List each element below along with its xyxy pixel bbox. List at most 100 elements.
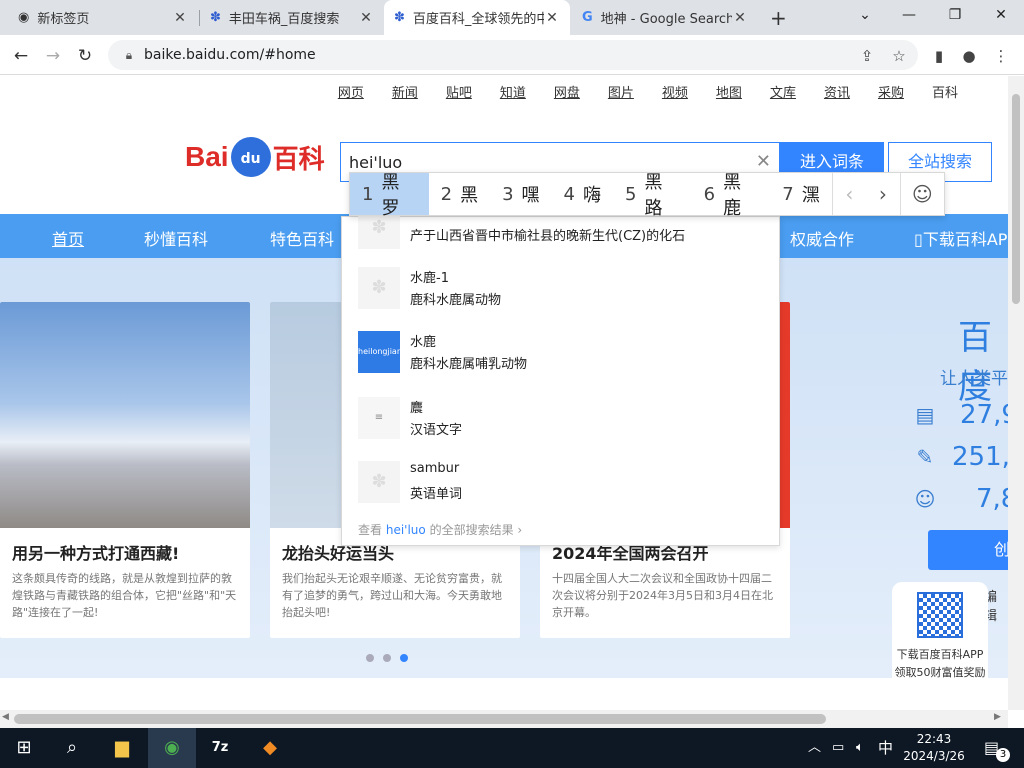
nav-link-zhidao[interactable]: 知道 (500, 82, 526, 101)
new-tab-button[interactable]: + (760, 0, 794, 35)
back-button[interactable]: ← (8, 43, 34, 69)
suggestion-desc: 英语单词 (410, 487, 463, 502)
card-desc: 我们抬起头无论艰辛顺遂、无论贫穷富贵，就有了追梦的勇气，跨过山和大海。今天勇敢地… (282, 572, 502, 619)
candidate-text: 嘿 (521, 185, 540, 206)
scrollbar-thumb[interactable] (1012, 94, 1020, 304)
tab-title: 地神 - Google Search (600, 12, 732, 27)
ime-candidate[interactable]: 4嗨 (552, 173, 613, 215)
speaker-muted-icon[interactable]: 🔈︎ (856, 728, 864, 768)
nav-link-news[interactable]: 新闻 (392, 82, 418, 101)
baidu-paw-icon: ✽ (394, 10, 405, 25)
nav-link-web[interactable]: 网页 (338, 82, 364, 101)
tab-new-tab[interactable]: ◉ 新标签页 ✕ (8, 0, 198, 35)
ime-prev-page[interactable]: ‹ (833, 173, 867, 215)
bookmark-button[interactable]: ☆ (886, 43, 912, 69)
forward-button[interactable]: → (40, 43, 66, 69)
edit-icon: ✎ (916, 445, 934, 469)
nav-link-tieba[interactable]: 贴吧 (446, 82, 472, 101)
arrow-left-icon: ← (13, 46, 29, 66)
scroll-left-icon[interactable]: ◀ (2, 712, 9, 722)
tab-strip: ◉ 新标签页 ✕ ✽ 丰田车祸_百度搜索 ✕ ✽ 百度百科_全球领先的中 ✕ G… (0, 0, 1024, 35)
ime-emoji-button[interactable]: ☺ (901, 173, 944, 215)
document-icon: ▤ (915, 403, 935, 427)
nav-miaodong[interactable]: 秒懂百科 (144, 226, 208, 250)
suggestion-title: 麎 (410, 401, 424, 416)
nav-link-map[interactable]: 地图 (716, 82, 742, 101)
close-icon[interactable]: ✕ (544, 10, 560, 26)
menu-button[interactable]: ⋮ (988, 43, 1014, 69)
taskbar: ⊞ ⌕ ▆ ◉ 7z ◆ ︿ ▭ 🔈︎ 中 22:43 2024/3/26 ▤ … (0, 728, 1024, 768)
stat-value: 251,2 (952, 442, 1008, 472)
restore-button[interactable]: ❐ (940, 2, 970, 28)
ime-candidate[interactable]: 6 黑鹿 (692, 172, 771, 219)
plus-icon: + (770, 5, 787, 30)
close-icon[interactable]: ✕ (732, 10, 748, 26)
carousel-dot[interactable] (366, 654, 374, 662)
scroll-right-icon[interactable]: ▶ (994, 712, 1001, 722)
file-explorer-button[interactable]: ▆ (98, 728, 146, 768)
address-bar[interactable]: 🔒︎ baike.baidu.com/#home (108, 40, 918, 70)
url-text: baike.baidu.com/#home (144, 47, 316, 63)
start-button[interactable]: ⊞ (0, 728, 48, 768)
vertical-scrollbar[interactable] (1008, 76, 1024, 710)
tab-search-button[interactable]: ⌄ (850, 2, 880, 28)
suggestion-title: sambur (410, 461, 460, 476)
tab-toyota-search[interactable]: ✽ 丰田车祸_百度搜索 ✕ (200, 0, 384, 35)
ime-candidate[interactable]: 7潶 (770, 173, 831, 215)
horizontal-scrollbar[interactable]: ◀ ▶ (0, 710, 1008, 728)
nav-link-wenku[interactable]: 文库 (770, 82, 796, 101)
users-icon: ☺ (914, 487, 936, 511)
network-icon[interactable]: ▭ (832, 728, 844, 768)
ime-candidate[interactable]: 1 黑罗 (350, 172, 429, 219)
nav-link-netdisk[interactable]: 网盘 (554, 82, 580, 101)
candidate-text: 潶 (801, 185, 820, 206)
ime-candidate[interactable]: 3嘿 (490, 173, 551, 215)
ime-candidate[interactable]: 5 黑路 (613, 172, 692, 219)
chrome-taskbar-button[interactable]: ◉ (148, 728, 196, 768)
nav-authority[interactable]: 权威合作 (790, 226, 854, 250)
nav-home[interactable]: 首页 (52, 226, 84, 250)
profile-button[interactable]: ● (956, 43, 982, 69)
chevron-right-icon: › (517, 523, 523, 537)
carousel-dot[interactable] (383, 654, 391, 662)
stat-entries: ▤ 27,9 (912, 400, 1008, 430)
notification-icon[interactable]: ▤ (984, 728, 999, 768)
logo-text: Bai (185, 141, 229, 172)
nav-link-purchase[interactable]: 采购 (878, 82, 904, 101)
carousel-dot-active[interactable] (400, 654, 408, 662)
minimize-button[interactable]: — (894, 2, 924, 28)
see-all-results-link[interactable]: 查看 hei'luo 的全部搜索结果 › (358, 521, 522, 538)
baidu-baike-logo[interactable]: Bai du 百科 (185, 134, 325, 180)
reload-button[interactable]: ↻ (72, 43, 98, 69)
close-icon[interactable]: ✕ (358, 10, 374, 26)
app-qr-card[interactable]: 下载百度百科APP 领取50财富值奖励 (892, 582, 988, 694)
baidu-paw-icon: ✽ (210, 10, 221, 25)
tab-google-search[interactable]: G 地神 - Google Search ✕ (572, 0, 758, 35)
scrollbar-thumb[interactable] (14, 714, 826, 724)
nav-link-info[interactable]: 资讯 (824, 82, 850, 101)
clock[interactable]: 22:43 2024/3/26 (898, 731, 970, 765)
share-button[interactable]: ⇪ (854, 43, 880, 69)
close-window-button[interactable]: ✕ (986, 2, 1016, 28)
tab-baidu-baike[interactable]: ✽ 百度百科_全球领先的中 ✕ (384, 0, 570, 35)
7zip-button[interactable]: 7z (196, 728, 244, 768)
ime-next-page[interactable]: › (866, 173, 900, 215)
nav-featured[interactable]: 特色百科 (270, 226, 334, 250)
candidate-number: 5 (624, 183, 637, 205)
nav-download-app[interactable]: ▯下载百科APP (914, 226, 1008, 250)
side-panel-button[interactable]: ▮ (926, 43, 952, 69)
chevron-up-icon[interactable]: ︿ (808, 728, 821, 768)
ime-language-indicator[interactable]: 中 (878, 728, 893, 768)
nav-link-images[interactable]: 图片 (608, 82, 634, 101)
stat-value: 27,9 (960, 400, 1008, 430)
candidate-number: 2 (440, 183, 453, 205)
feature-card[interactable]: 用另一种方式打通西藏! 这条颇具传奇的线路，就是从敦煌到拉萨的敦煌铁路与青藏铁路… (0, 302, 250, 638)
app-button[interactable]: ◆ (246, 728, 294, 768)
see-all-suffix: 的全部搜索结果 (429, 523, 514, 537)
close-icon[interactable]: ✕ (172, 10, 188, 26)
nav-link-video[interactable]: 视频 (662, 82, 688, 101)
ime-candidate[interactable]: 2黑 (429, 173, 490, 215)
nav-link-baike: 百科 (931, 86, 958, 101)
create-entry-button[interactable]: 创 (928, 530, 1008, 570)
search-button[interactable]: ⌕ (48, 728, 96, 768)
